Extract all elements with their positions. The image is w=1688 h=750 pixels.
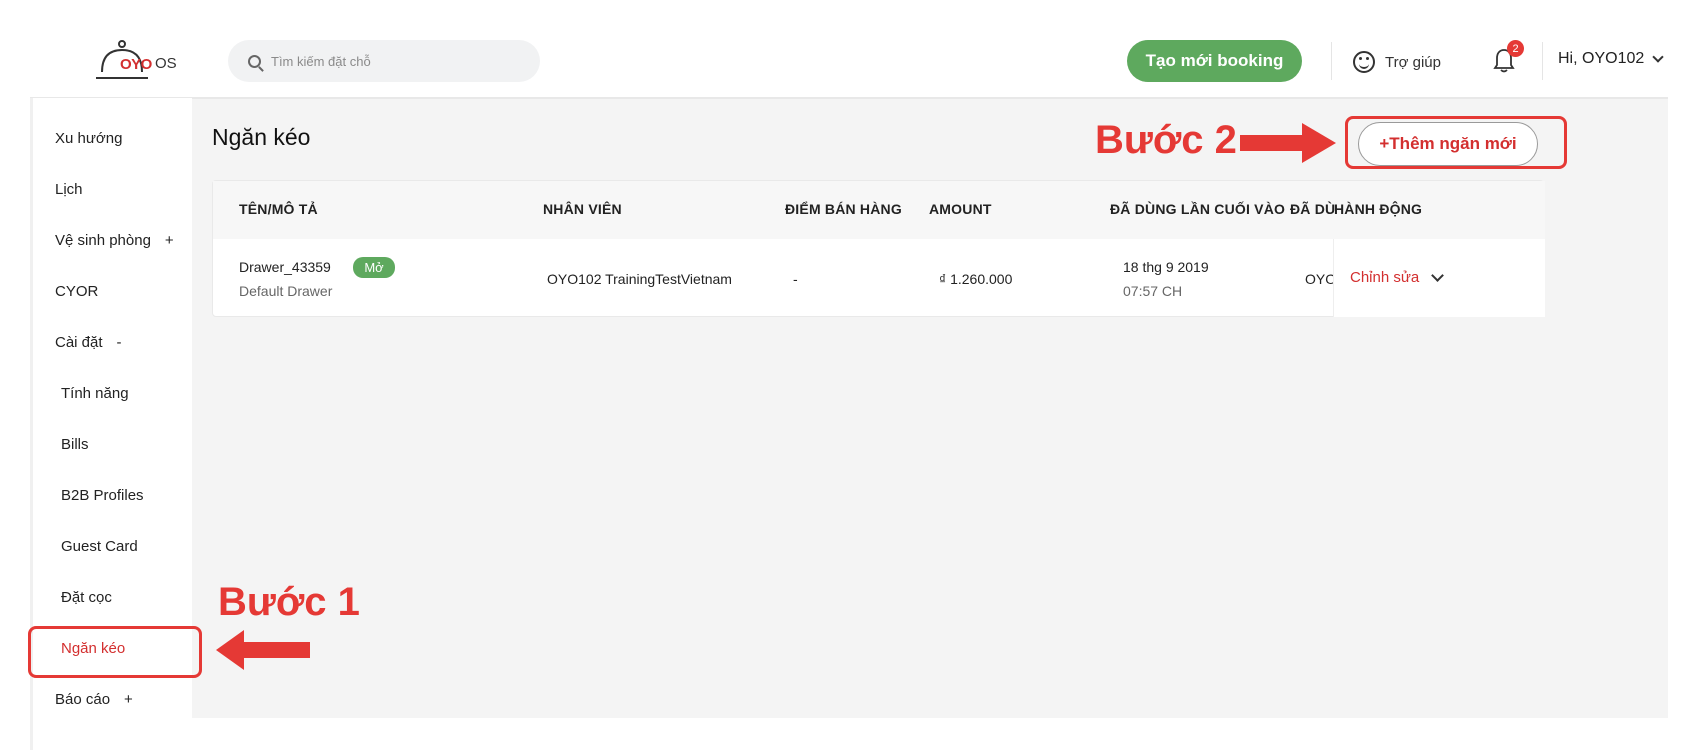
- column-header: AMOUNT: [929, 201, 992, 217]
- sidebar-item-label: Xu hướng: [55, 130, 123, 147]
- column-header: HÀNH ĐỘNG: [1334, 201, 1423, 217]
- column-header: NHÂN VIÊN: [543, 201, 622, 217]
- employee-cell: OYO102 TrainingTestVietnam: [547, 271, 732, 287]
- step2-label: Bước 2: [1095, 118, 1237, 162]
- column-header: TÊN/MÔ TẢ: [239, 201, 318, 217]
- column-header: ĐIỂM BÁN HÀNG: [785, 201, 902, 217]
- sidebar-item-label: Đặt cọc: [61, 589, 112, 606]
- logo-suffix: OS: [155, 55, 177, 72]
- amount-cell: ₫ 1.260.000: [939, 271, 1013, 287]
- column-header: ĐÃ DÙ: [1290, 201, 1336, 217]
- expand-toggle: +: [124, 691, 133, 708]
- app: OYO OS Tạo mới booking Trợ giúp 2 Hi, OY…: [0, 0, 1688, 750]
- sidebar-item-b2b-profiles[interactable]: B2B Profiles: [61, 487, 144, 504]
- pos-cell: -: [793, 271, 798, 287]
- sidebar-item-label: Tính năng: [61, 385, 129, 402]
- divider: [1542, 42, 1543, 80]
- sidebar-item-guest-card[interactable]: Guest Card: [61, 538, 138, 555]
- top-header: OYO OS Tạo mới booking Trợ giúp 2 Hi, OY…: [0, 0, 1688, 98]
- expand-toggle: +: [164, 232, 174, 249]
- chevron-down-icon: [1652, 51, 1664, 63]
- last-used-time: 07:57 CH: [1123, 283, 1183, 299]
- chevron-down-icon: [1431, 269, 1445, 282]
- user-menu[interactable]: Hi, OYO102: [1558, 50, 1664, 68]
- logo-text: OYO: [120, 56, 152, 73]
- left-arrow-icon: [216, 630, 310, 670]
- edit-label: Chỉnh sửa: [1350, 269, 1420, 286]
- sidebar-item-calendar[interactable]: Lịch: [55, 181, 83, 198]
- used-by-cell: OYO: [1305, 271, 1337, 287]
- sidebar-item-housekeeping[interactable]: Vệ sinh phòng +: [55, 232, 174, 249]
- step1-highlight-box: [28, 626, 202, 678]
- search-bar[interactable]: [228, 40, 540, 82]
- status-badge: Mở: [353, 257, 395, 278]
- header-shadow: [30, 97, 1668, 99]
- column-header: ĐÃ DÙNG LẦN CUỐI VÀO: [1110, 201, 1286, 217]
- smiley-icon: [1353, 51, 1375, 73]
- sidebar-item-label: Vệ sinh phòng: [55, 232, 151, 249]
- last-used-date: 18 thg 9 2019: [1123, 259, 1209, 275]
- help-link[interactable]: Trợ giúp: [1353, 48, 1441, 76]
- collapse-toggle: -: [116, 334, 122, 351]
- notification-count-badge: 2: [1507, 40, 1524, 57]
- sidebar-item-deposit[interactable]: Đặt cọc: [61, 589, 112, 606]
- sidebar-item-label: Báo cáo: [55, 691, 111, 708]
- drawer-name: Drawer_43359: [239, 259, 331, 275]
- search-input[interactable]: [271, 53, 511, 69]
- page-title: Ngăn kéo: [212, 124, 311, 150]
- sidebar-item-label: Cài đặt: [55, 334, 103, 351]
- action-cell: Chỉnh sửa: [1333, 239, 1545, 317]
- sidebar-item-settings[interactable]: Cài đặt -: [55, 334, 122, 351]
- step2-highlight-box: [1345, 116, 1567, 169]
- divider: [1331, 42, 1332, 80]
- drawer-description: Default Drawer: [239, 283, 333, 299]
- edit-dropdown[interactable]: Chỉnh sửa: [1350, 269, 1445, 286]
- step1-label: Bước 1: [218, 580, 360, 624]
- table-header: TÊN/MÔ TẢ NHÂN VIÊN ĐIỂM BÁN HÀNG AMOUNT…: [213, 181, 1545, 239]
- sidebar-item-label: Bills: [61, 436, 89, 453]
- create-booking-button[interactable]: Tạo mới booking: [1127, 40, 1302, 82]
- sidebar-item-bills[interactable]: Bills: [61, 436, 89, 453]
- sidebar-item-label: Guest Card: [61, 538, 138, 555]
- user-greeting: Hi, OYO102: [1558, 50, 1645, 67]
- sidebar-item-trends[interactable]: Xu hướng: [55, 130, 122, 147]
- search-icon: [248, 54, 261, 68]
- sidebar-item-reports[interactable]: Báo cáo +: [55, 691, 133, 708]
- help-label: Trợ giúp: [1385, 53, 1441, 71]
- right-arrow-icon: [1240, 123, 1336, 163]
- drawers-table: TÊN/MÔ TẢ NHÂN VIÊN ĐIỂM BÁN HÀNG AMOUNT…: [212, 180, 1545, 317]
- sidebar-item-label: B2B Profiles: [61, 487, 144, 504]
- sidebar-item-features[interactable]: Tính năng: [61, 385, 129, 402]
- sidebar-item-cyor[interactable]: CYOR: [55, 283, 98, 300]
- sidebar-item-label: Lịch: [55, 181, 83, 198]
- sidebar-item-label: CYOR: [55, 283, 99, 300]
